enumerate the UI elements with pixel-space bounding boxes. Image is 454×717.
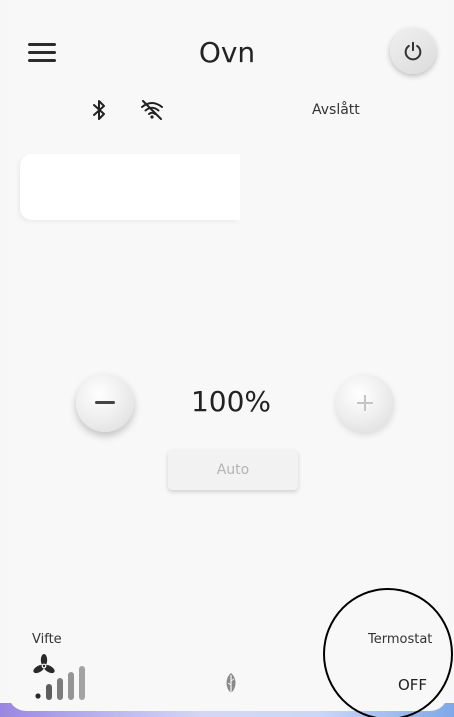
bluetooth-icon xyxy=(93,100,105,120)
minus-icon xyxy=(95,401,115,404)
fan-speed-icon[interactable] xyxy=(30,654,96,702)
thermostat-value[interactable]: OFF xyxy=(398,676,427,694)
auto-button[interactable]: Auto xyxy=(168,450,298,490)
power-icon xyxy=(404,41,422,61)
app-screen: Ovn Avslått 100% Auto Vifte Termostat OF… xyxy=(0,0,454,717)
increase-button[interactable] xyxy=(336,374,394,432)
level-value: 100% xyxy=(190,385,272,418)
plus-icon xyxy=(357,395,373,411)
page-title: Ovn xyxy=(198,36,256,69)
leaf-icon[interactable] xyxy=(224,672,238,696)
info-card xyxy=(20,154,240,220)
decrease-button[interactable] xyxy=(76,374,134,432)
wifi-off-icon xyxy=(141,100,163,120)
device-panel xyxy=(8,0,448,711)
fan-label: Vifte xyxy=(32,632,62,647)
status-text: Avslått xyxy=(312,102,360,118)
thermostat-label: Termostat xyxy=(368,632,433,647)
power-button[interactable] xyxy=(390,28,436,74)
